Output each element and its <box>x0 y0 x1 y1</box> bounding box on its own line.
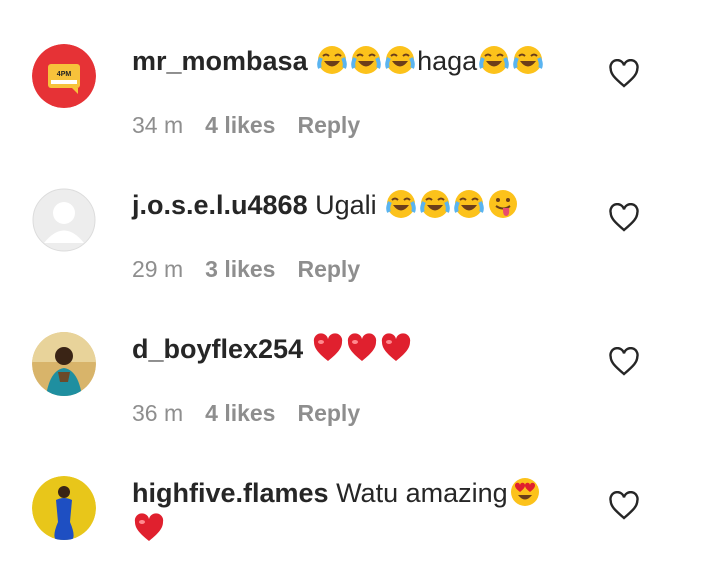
face-with-tears-of-joy-icon <box>419 188 451 220</box>
comment-line: mr_mombasa haga <box>132 44 610 78</box>
red-heart-icon <box>346 332 378 364</box>
comment-text: Watu amazing <box>336 478 508 508</box>
reply-button[interactable]: Reply <box>297 400 360 426</box>
likes-count[interactable]: 3 likes <box>205 256 275 282</box>
reply-button[interactable]: Reply <box>297 256 360 282</box>
comment-meta: 34 m 4 likes Reply <box>132 112 382 139</box>
face-with-tongue-icon <box>487 188 519 220</box>
face-with-tears-of-joy-icon <box>385 188 417 220</box>
face-with-tears-of-joy-icon <box>316 44 348 76</box>
likes-count[interactable]: 4 likes <box>205 112 275 138</box>
avatar[interactable] <box>32 188 96 252</box>
heart-eyes-icon <box>509 476 541 508</box>
reply-button[interactable]: Reply <box>297 112 360 138</box>
timestamp: 36 m <box>132 400 184 426</box>
comment-text: Ugali <box>315 190 377 220</box>
avatar-logo-text: 4PM <box>57 71 72 78</box>
username[interactable]: mr_mombasa <box>132 46 308 76</box>
heart-outline-icon[interactable] <box>608 59 640 89</box>
comment-text: haga <box>417 46 478 76</box>
comment-line: highfive.flames Watu amazing <box>132 476 610 510</box>
avatar[interactable]: 4PM <box>32 44 96 108</box>
face-with-tears-of-joy-icon <box>384 44 416 76</box>
face-with-tears-of-joy-icon <box>453 188 485 220</box>
heart-outline-icon[interactable] <box>608 347 640 377</box>
comment-line: d_boyflex254 <box>132 332 610 366</box>
face-with-tears-of-joy-icon <box>512 44 544 76</box>
face-with-tears-of-joy-icon <box>478 44 510 76</box>
red-heart-icon <box>312 332 344 364</box>
username[interactable]: highfive.flames <box>132 478 329 508</box>
avatar[interactable] <box>32 476 96 540</box>
comment-line: j.o.s.e.l.u4868 Ugali <box>132 188 610 222</box>
red-heart-icon <box>380 332 412 364</box>
likes-count[interactable]: 4 likes <box>205 400 275 426</box>
username[interactable]: d_boyflex254 <box>132 334 303 364</box>
comment-meta: 29 m 3 likes Reply <box>132 256 382 283</box>
heart-outline-icon[interactable] <box>608 491 640 521</box>
heart-outline-icon[interactable] <box>608 203 640 233</box>
red-heart-icon <box>133 512 165 544</box>
avatar[interactable] <box>32 332 96 396</box>
face-with-tears-of-joy-icon <box>350 44 382 76</box>
timestamp: 34 m <box>132 112 184 138</box>
timestamp: 29 m <box>132 256 184 282</box>
username[interactable]: j.o.s.e.l.u4868 <box>132 190 308 220</box>
comment-line-wrap <box>132 512 166 544</box>
comment-meta: 36 m 4 likes Reply <box>132 400 382 427</box>
